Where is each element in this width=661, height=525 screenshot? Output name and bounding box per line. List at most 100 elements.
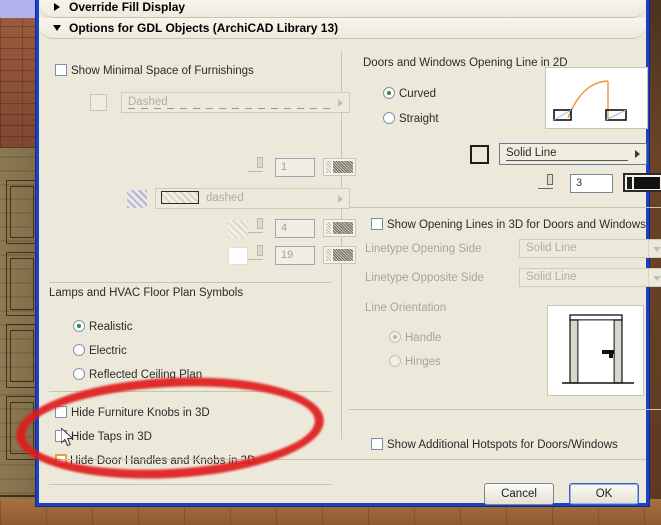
fill-pattern-chip (161, 191, 199, 204)
show-minimal-space-checkbox[interactable] (55, 64, 67, 76)
linetype-opening-side-label: Linetype Opening Side (365, 243, 482, 255)
radio-curved[interactable]: Curved (383, 84, 436, 102)
opening-line-group-title: Doors and Windows Opening Line in 2D (363, 57, 568, 69)
background-pen-swatch[interactable] (228, 247, 248, 265)
linetype-combo[interactable]: Dashed (121, 92, 350, 113)
background-sky (0, 0, 40, 18)
opening-linetype-combo[interactable]: Solid Line (499, 143, 647, 165)
radio-straight-button[interactable] (383, 112, 395, 124)
background-panel-inner (10, 186, 34, 238)
radio-curved-button[interactable] (383, 87, 395, 99)
radio-reflected-ceiling-plan[interactable]: Reflected Ceiling Plan (73, 365, 202, 383)
pen-color-bar (326, 249, 331, 261)
opening-pen-color-swatch[interactable] (623, 173, 661, 192)
chevron-right-icon (635, 150, 640, 158)
chevron-down-icon (648, 240, 661, 257)
linetype-opening-side-dropdown[interactable]: Solid Line (519, 239, 661, 258)
group-divider (49, 282, 331, 283)
radio-handle-label: Handle (405, 332, 442, 344)
radio-reflected-ceiling-plan-label: Reflected Ceiling Plan (89, 369, 203, 381)
lamps-group-title: Lamps and HVAC Floor Plan Symbols (49, 287, 244, 299)
pen-weight-icon (247, 218, 269, 236)
radio-realistic[interactable]: Realistic (73, 317, 132, 335)
triangle-right-icon (53, 0, 65, 17)
dialog-content: Show Minimal Space of Furnishings Dashed… (39, 41, 661, 505)
show-opening-lines-3d-row[interactable]: Show Opening Lines in 3D for Doors and W… (371, 215, 646, 233)
door-swing-svg (553, 80, 627, 121)
pen-color-block (634, 176, 660, 189)
hide-door-handles-checkbox[interactable] (55, 454, 67, 466)
radio-hinges[interactable]: Hinges (389, 352, 441, 370)
section-header-options-for-gdl-objects[interactable]: Options for GDL Objects (ArchiCAD Librar… (39, 18, 646, 39)
mouse-cursor (60, 426, 75, 448)
radio-hinges-button[interactable] (389, 355, 401, 367)
opening-pen-weight-field[interactable]: 3 (570, 174, 613, 193)
pen-weight-icon (537, 174, 559, 192)
hide-furniture-knobs-label: Hide Furniture Knobs in 3D (71, 407, 210, 419)
pen-weight-icon (247, 157, 269, 175)
group-divider (49, 391, 331, 392)
radio-hinges-label: Hinges (405, 356, 441, 368)
line-override-box[interactable] (90, 94, 107, 111)
solid-line-preview (506, 160, 628, 161)
dashed-line-preview (128, 108, 331, 109)
show-opening-lines-3d-label: Show Opening Lines in 3D for Doors and W… (387, 219, 646, 231)
show-minimal-space-label: Show Minimal Space of Furnishings (71, 65, 254, 77)
right-column: Doors and Windows Opening Line in 2D Cur… (341, 41, 661, 503)
ok-button[interactable]: OK (569, 483, 639, 505)
radio-curved-label: Curved (399, 88, 437, 100)
fill-value: dashed (206, 192, 244, 204)
hide-furniture-knobs-checkbox[interactable] (55, 406, 67, 418)
show-additional-hotspots-checkbox[interactable] (371, 438, 383, 450)
fill-override-swatch[interactable] (127, 190, 147, 208)
fill-pen-swatch[interactable] (228, 220, 248, 238)
hide-door-handles-row[interactable]: Hide Door Handles and Knobs in 3D (55, 451, 255, 469)
pen-weight-icon (247, 245, 269, 263)
radio-straight[interactable]: Straight (383, 109, 439, 127)
door-swing-curved-preview (545, 67, 648, 129)
footer-divider (39, 459, 646, 460)
background-pen-weight-field[interactable]: 19 (275, 246, 315, 265)
chevron-down-icon (648, 269, 661, 286)
line-orientation-title: Line Orientation (365, 302, 447, 314)
opening-line-override-box[interactable] (470, 145, 489, 164)
group-divider (49, 484, 331, 485)
background-panel-inner (10, 258, 34, 310)
radio-realistic-button[interactable] (73, 320, 85, 332)
radio-handle-button[interactable] (389, 331, 401, 343)
radio-realistic-label: Realistic (89, 321, 133, 333)
fill-pen-weight-field[interactable]: 4 (275, 219, 315, 238)
radio-electric[interactable]: Electric (73, 341, 127, 359)
hide-taps-label: Hide Taps in 3D (71, 431, 152, 443)
section-header-override-fill-display[interactable]: Override Fill Display (39, 0, 646, 18)
radio-straight-label: Straight (399, 113, 439, 125)
show-minimal-space-row[interactable]: Show Minimal Space of Furnishings (55, 61, 254, 79)
left-column: Show Minimal Space of Furnishings Dashed… (39, 41, 356, 503)
radio-electric-button[interactable] (73, 344, 85, 356)
group-divider (349, 207, 661, 208)
hide-furniture-knobs-row[interactable]: Hide Furniture Knobs in 3D (55, 403, 210, 421)
linetype-opposite-side-value: Solid Line (526, 271, 577, 283)
pen-color-bar (326, 222, 331, 234)
triangle-down-icon (53, 18, 65, 38)
linetype-opening-side-value: Solid Line (526, 242, 577, 254)
radio-reflected-ceiling-plan-button[interactable] (73, 368, 85, 380)
line-pen-weight-field[interactable]: 1 (275, 158, 315, 177)
cancel-button[interactable]: Cancel (484, 483, 554, 505)
background-panel-inner (10, 402, 34, 454)
show-additional-hotspots-label: Show Additional Hotspots for Doors/Windo… (387, 439, 618, 451)
fill-combo[interactable]: dashed (155, 188, 350, 209)
group-divider (349, 409, 661, 410)
linetype-opposite-side-dropdown[interactable]: Solid Line (519, 268, 661, 287)
show-additional-hotspots-row[interactable]: Show Additional Hotspots for Doors/Windo… (371, 435, 618, 453)
radio-electric-label: Electric (89, 345, 127, 357)
radio-handle[interactable]: Handle (389, 328, 441, 346)
hide-door-handles-label: Hide Door Handles and Knobs in 3D (70, 455, 256, 467)
linetype-value: Dashed (128, 96, 168, 108)
door-elevation-preview (547, 305, 644, 396)
linetype-opposite-side-label: Linetype Opposite Side (365, 272, 484, 284)
door-elevation-svg (562, 314, 634, 384)
background-panel-inner (10, 330, 34, 382)
pen-color-bar (326, 161, 331, 173)
show-opening-lines-3d-checkbox[interactable] (371, 218, 383, 230)
